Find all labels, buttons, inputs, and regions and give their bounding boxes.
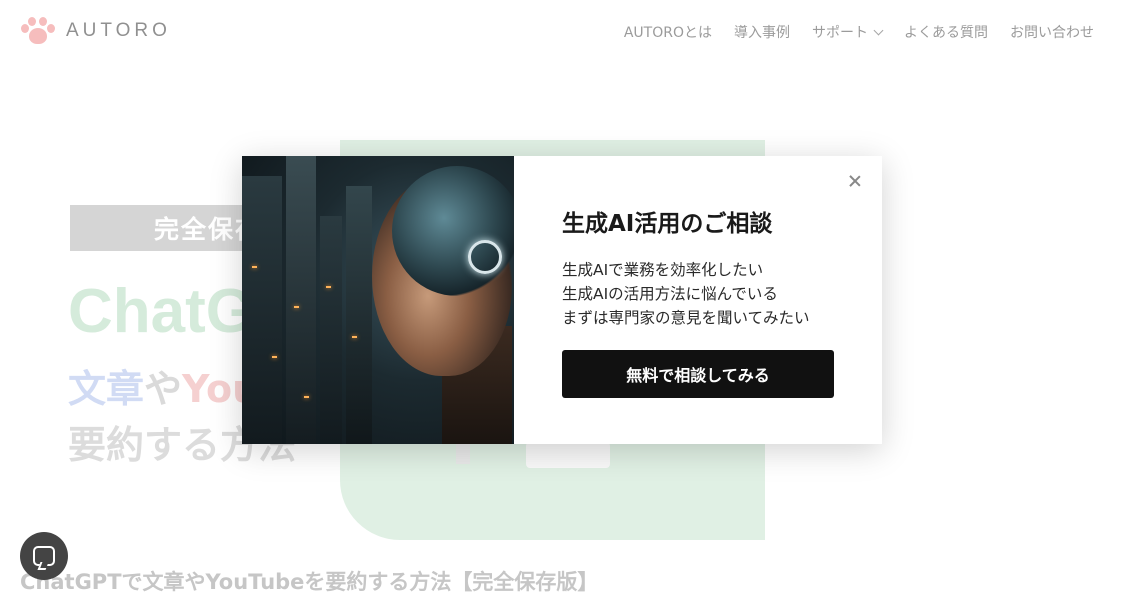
- modal-line: 生成AIの活用方法に悩んでいる: [562, 285, 778, 303]
- modal-description: 生成AIで業務を効率化したい 生成AIの活用方法に悩んでいる まずは専門家の意見…: [562, 258, 834, 330]
- chat-icon: [33, 546, 55, 566]
- chat-button[interactable]: [20, 532, 68, 580]
- modal-line: まずは専門家の意見を聞いてみたい: [562, 309, 810, 327]
- modal-line: 生成AIで業務を効率化したい: [562, 261, 764, 279]
- modal-title: 生成AI活用のご相談: [562, 211, 773, 237]
- modal-content: 生成AI活用のご相談 生成AIで業務を効率化したい 生成AIの活用方法に悩んでい…: [514, 156, 882, 444]
- close-icon[interactable]: [846, 172, 864, 190]
- ai-woman-image: [242, 156, 514, 444]
- consultation-modal: 生成AI活用のご相談 生成AIで業務を効率化したい 生成AIの活用方法に悩んでい…: [242, 156, 882, 444]
- free-consultation-button[interactable]: 無料で相談してみる: [562, 350, 834, 398]
